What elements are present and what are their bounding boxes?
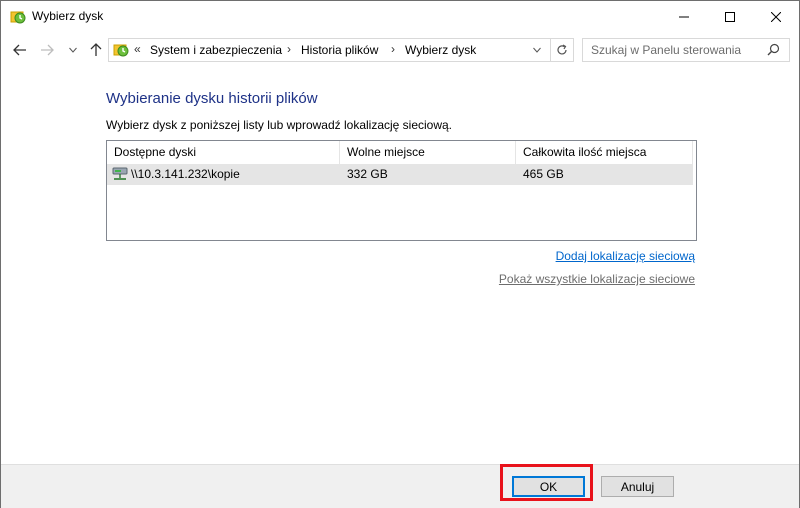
minimize-button[interactable] (661, 1, 707, 32)
address-bar[interactable]: « System i zabezpieczenia › Historia pli… (108, 38, 574, 62)
refresh-button[interactable] (550, 39, 573, 61)
arrow-left-icon (13, 44, 26, 56)
arrow-up-icon (90, 43, 102, 56)
drive-list[interactable]: Dostępne dyski Wolne miejsce Całkowita i… (106, 140, 697, 241)
breadcrumb-select-drive[interactable]: Wybierz dysk (405, 43, 476, 57)
minimize-icon (679, 16, 689, 17)
breadcrumb-separator[interactable]: › (287, 42, 291, 56)
cancel-button[interactable]: Anuluj (601, 476, 674, 497)
forward-button[interactable] (36, 39, 58, 61)
refresh-icon (557, 44, 567, 55)
recent-locations-button[interactable] (62, 39, 84, 61)
search-input[interactable] (583, 39, 769, 61)
control-panel-icon (113, 42, 129, 58)
close-button[interactable] (753, 1, 799, 32)
breadcrumb-file-history[interactable]: Historia plików (301, 43, 378, 57)
search-box[interactable] (582, 38, 790, 62)
search-icon[interactable] (767, 43, 780, 59)
arrow-right-icon (41, 44, 54, 56)
drive-free-space: 332 GB (347, 167, 388, 181)
show-all-network-locations-link[interactable]: Pokaż wszystkie lokalizacje sieciowe (499, 272, 695, 286)
maximize-icon (725, 11, 735, 22)
window-title: Wybierz dysk (32, 9, 104, 23)
dialog-window: Wybierz dysk « System i zabezpieczenia ›… (0, 0, 800, 508)
drive-total-space: 465 GB (523, 167, 564, 181)
page-heading: Wybieranie dysku historii plików (106, 90, 318, 107)
breadcrumb-system-security[interactable]: System i zabezpieczenia (150, 43, 282, 57)
table-row[interactable]: \\10.3.141.232\kopie 332 GB 465 GB (107, 164, 693, 185)
list-header: Dostępne dyski Wolne miejsce Całkowita i… (107, 141, 696, 164)
chevron-down-icon (69, 47, 77, 53)
instructions-text: Wybierz dysk z poniższej listy lub wprow… (106, 118, 453, 132)
column-header-total-space[interactable]: Całkowita ilość miejsca (516, 141, 693, 164)
close-icon (771, 11, 781, 22)
network-drive-icon (112, 167, 128, 184)
dialog-footer: OK Anuluj (1, 464, 799, 508)
title-bar: Wybierz dysk (1, 1, 799, 32)
file-history-icon (10, 9, 26, 25)
chevron-down-icon (533, 47, 541, 53)
up-button[interactable] (85, 39, 107, 61)
navigation-row: « System i zabezpieczenia › Historia pli… (1, 32, 799, 68)
ok-button[interactable]: OK (512, 476, 585, 497)
add-network-location-link[interactable]: Dodaj lokalizację sieciową (556, 249, 695, 263)
column-header-free-space[interactable]: Wolne miejsce (340, 141, 516, 164)
breadcrumb-separator[interactable]: › (391, 42, 395, 56)
column-header-available-drives[interactable]: Dostępne dyski (107, 141, 340, 164)
back-button[interactable] (9, 39, 31, 61)
maximize-button[interactable] (707, 1, 753, 32)
address-dropdown-button[interactable] (526, 39, 548, 61)
breadcrumb-overflow[interactable]: « (134, 42, 141, 56)
drive-name: \\10.3.141.232\kopie (131, 167, 240, 181)
